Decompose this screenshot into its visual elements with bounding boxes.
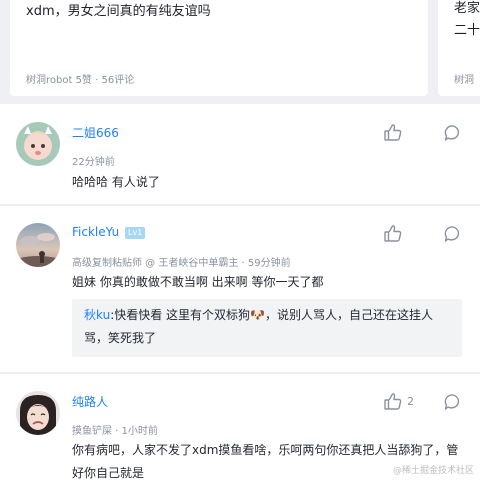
comment-item: FickleYu Lv1 高级复制粘贴师 @ 王者峡谷中单霸主 · 59分钟前 … [0,206,480,372]
comment-text: 你有病吧，人家不发了xdm摸鱼看啥，乐呵两句你还真把人当舔狗了，管好你自己就是 [72,443,459,480]
quoted-reply-text: 秋ku:快看快看 这里有个双标狗🐶，说别人骂人，自己还在这挂人骂，笑死我了 [84,304,456,350]
level-badge: Lv1 [125,227,146,239]
quoted-content: :快看快看 这里有个双标狗🐶，说别人骂人，自己还在这挂人骂，笑死我了 [84,308,433,345]
comment-text: 姐妹 你真的敢做不敢当啊 出来啊 等你一天了都 [72,275,324,289]
comment-text: 哈哈哈 有人说了 [72,175,160,189]
thumbs-up-icon[interactable] [382,223,404,245]
article-title[interactable]: xdm，男女之间真的有纯友谊吗 [26,0,211,19]
watermark: @稀土掘金技术社区 [392,466,474,476]
username-text[interactable]: FickleYu [72,225,119,239]
comment-meta: 22分钟前 [72,157,115,168]
comment-meta: 高级复制粘贴师 @ 王者峡谷中单霸主 · 59分钟前 [72,258,291,269]
article-card[interactable]: 老家二十 树洞 [438,0,480,96]
comment-item: 二姐666 22分钟前 哈哈哈 有人说了 [0,104,480,204]
like-count: 2 [407,395,414,408]
avatar[interactable] [16,223,60,267]
article-cards-strip: xdm，男女之间真的有纯友谊吗 树洞robot 5赞 · 56评论 老家二十 树… [0,0,480,104]
comment-icon[interactable] [442,391,464,413]
quoted-reply[interactable]: 秋ku:快看快看 这里有个双标狗🐶，说别人骂人，自己还在这挂人骂，笑死我了 [72,299,462,357]
comment-icon[interactable] [442,223,464,245]
comment-meta: 摸鱼铲屎 · 1小时前 [72,426,158,437]
article-meta: 树洞robot 5赞 · 56评论 [26,75,135,86]
username[interactable]: FickleYu Lv1 [72,225,146,239]
comment-icon[interactable] [442,122,464,144]
username[interactable]: 二姐666 [72,124,119,141]
article-meta: 树洞 [454,75,474,86]
article-title[interactable]: 老家二十 [454,0,480,42]
quoted-username[interactable]: 秋ku [84,308,110,322]
article-card[interactable]: xdm，男女之间真的有纯友谊吗 树洞robot 5赞 · 56评论 [10,0,428,96]
avatar[interactable] [16,122,60,166]
avatar[interactable] [16,391,60,435]
thumbs-up-icon[interactable] [382,122,404,144]
username[interactable]: 纯路人 [72,393,108,410]
thumbs-up-icon[interactable] [382,391,404,413]
